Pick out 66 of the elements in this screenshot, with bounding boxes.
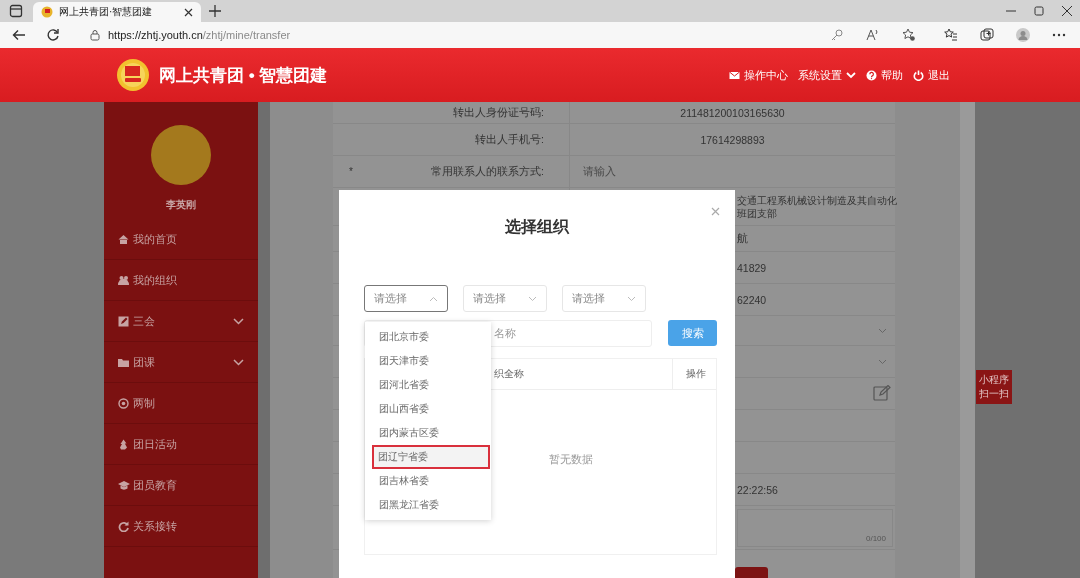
user-name: 李英刚 xyxy=(166,198,196,212)
new-tab-icon[interactable] xyxy=(209,5,221,17)
dropdown-option[interactable]: 团吉林省委 xyxy=(366,469,490,493)
field-value: 211481200103165630 xyxy=(680,106,785,119)
maximize-icon[interactable] xyxy=(1034,6,1044,16)
star-add-icon[interactable] xyxy=(902,28,916,42)
target-icon xyxy=(118,397,130,409)
reload-icon[interactable] xyxy=(46,28,60,42)
favorites-icon[interactable] xyxy=(944,28,958,42)
close-icon[interactable] xyxy=(1062,6,1072,16)
column-header: 操作 xyxy=(684,367,707,381)
dropdown-option[interactable]: 团黑龙江省委 xyxy=(366,493,490,517)
edit-icon xyxy=(118,315,130,327)
lock-icon xyxy=(90,29,100,41)
dropdown-option[interactable]: 团辽宁省委 xyxy=(372,445,490,469)
select-field[interactable]: 请选择 xyxy=(364,285,448,312)
tab-title: 网上共青团·智慧团建 xyxy=(59,5,154,19)
site-title: 网上共青团 • 智慧团建 xyxy=(159,64,328,87)
home-icon xyxy=(118,233,130,245)
emblem-icon xyxy=(41,6,53,18)
chevron-up-icon xyxy=(429,295,438,302)
help-icon xyxy=(866,69,877,81)
graduation-cap-icon xyxy=(118,479,130,491)
mini-program-badge[interactable]: 小程序 扫一扫 xyxy=(976,370,1012,404)
nav-link[interactable]: 系统设置 xyxy=(798,67,856,83)
field-value: 17614298893 xyxy=(700,133,765,146)
nav-link[interactable]: 退出 xyxy=(913,67,950,83)
mail-icon xyxy=(729,69,740,81)
avatar xyxy=(151,125,211,185)
dropdown-option[interactable]: 团山西省委 xyxy=(366,397,490,421)
select-field[interactable]: 请选择 xyxy=(562,285,646,312)
emblem-logo-icon xyxy=(116,58,150,92)
read-aloud-icon[interactable] xyxy=(866,28,880,42)
input-field[interactable]: 请输入 xyxy=(570,164,616,179)
people-icon xyxy=(118,274,130,286)
dropdown-option[interactable]: 团内蒙古区委 xyxy=(366,421,490,445)
field-value: 22:22:56 xyxy=(737,483,778,496)
field-label: 常用联系人的联系方式: xyxy=(431,164,544,179)
empty-message: 暂无数据 xyxy=(548,452,593,467)
dropdown-option[interactable]: 团北京市委 xyxy=(366,325,490,349)
url-text: https://zhtj.youth.cn/zhtj/mine/transfer xyxy=(108,29,291,41)
tab-strip-icon[interactable] xyxy=(9,4,23,18)
power-icon xyxy=(913,69,924,81)
chevron-down-icon xyxy=(846,71,856,79)
key-icon[interactable] xyxy=(830,28,844,42)
field-value: 62240 xyxy=(737,293,767,306)
search-button[interactable]: 搜索 xyxy=(668,320,717,346)
chevron-down-icon xyxy=(627,295,636,302)
back-arrow-icon[interactable] xyxy=(12,29,26,41)
refresh-icon xyxy=(118,520,130,532)
close-icon[interactable] xyxy=(184,7,193,17)
chevron-down-icon xyxy=(528,295,537,302)
nav-link[interactable]: 帮助 xyxy=(866,67,903,83)
browser-tab[interactable]: 网上共青团·智慧团建 xyxy=(33,2,201,22)
field-value: 航 xyxy=(737,231,748,246)
field-value: 交通工程系机械设计制造及其自动化 班团支部 xyxy=(737,193,897,220)
modal-title: 选择组织 xyxy=(505,217,569,237)
nav-link[interactable]: 操作中心 xyxy=(729,67,788,83)
required-mark: * xyxy=(349,166,353,177)
folder-icon xyxy=(118,356,130,368)
field-label: 转出人手机号: xyxy=(475,132,544,147)
profile-icon[interactable] xyxy=(1016,28,1030,42)
field-value: 41829 xyxy=(737,261,767,274)
collections-icon[interactable] xyxy=(980,28,994,42)
field-label: 转出人身份证号码: xyxy=(453,105,544,120)
select-field[interactable]: 请选择 xyxy=(463,285,547,312)
